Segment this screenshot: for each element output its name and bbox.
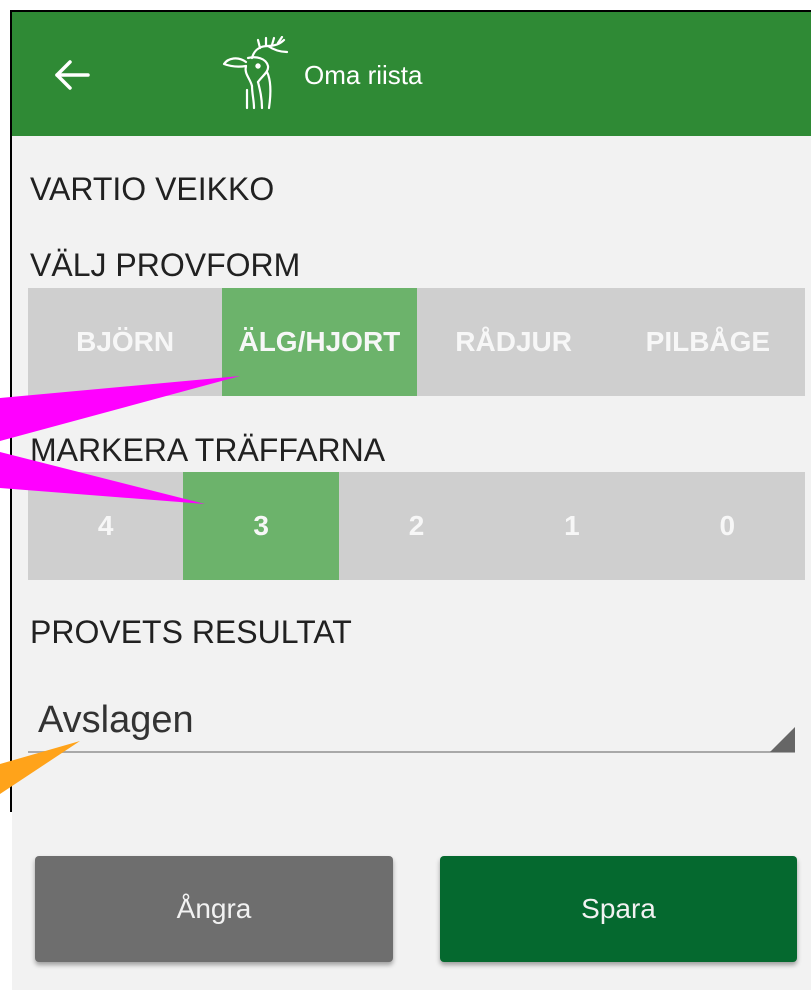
result-dropdown-underline (28, 751, 795, 753)
test-type-option-bear[interactable]: BJÖRN (28, 288, 223, 396)
hits-label: MARKERA TRÄFFARNA (30, 432, 386, 468)
dropdown-triangle-icon (770, 727, 795, 752)
arrow-left-icon (55, 60, 90, 90)
hits-option-4[interactable]: 4 (28, 472, 184, 580)
hits-option-3[interactable]: 3 (183, 472, 339, 580)
hits-option-1[interactable]: 1 (494, 472, 650, 580)
shooter-name: VARTIO VEIKKO (30, 171, 275, 207)
hits-option-0[interactable]: 0 (649, 472, 806, 580)
test-type-option-moose-deer[interactable]: ÄLG/HJORT (222, 288, 417, 396)
test-type-selector: BJÖRN ÄLG/HJORT RÅDJUR PILBÅGE (28, 288, 805, 396)
app-title: Oma riista (304, 60, 423, 90)
save-button[interactable]: Spara (440, 856, 797, 962)
result-dropdown-value: Avslagen (38, 699, 194, 741)
moose-logo-icon (222, 35, 290, 115)
result-label: PROVETS RESULTAT (30, 614, 352, 650)
result-dropdown[interactable]: Avslagen (28, 690, 795, 753)
cancel-button[interactable]: Ångra (35, 856, 393, 962)
test-type-option-roe-deer[interactable]: RÅDJUR (416, 288, 611, 396)
test-type-option-bow[interactable]: PILBÅGE (610, 288, 805, 396)
hits-option-2[interactable]: 2 (338, 472, 495, 580)
back-button[interactable] (50, 54, 94, 96)
test-type-label: VÄLJ PROVFORM (30, 247, 301, 283)
hits-selector: 4 3 2 1 0 (28, 472, 806, 580)
